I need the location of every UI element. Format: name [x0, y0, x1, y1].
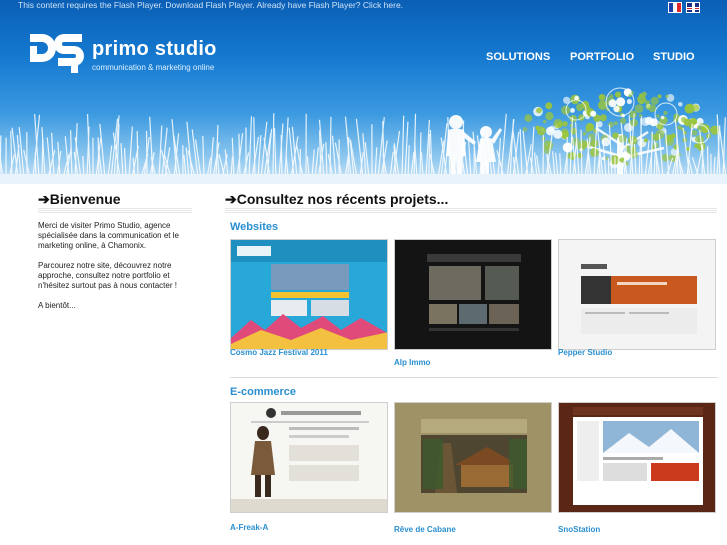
projects-heading: ➔Consultez nos récents projets...: [225, 191, 449, 207]
project-caption[interactable]: Pepper Studio: [558, 348, 612, 357]
header-banner: This content requires the Flash Player. …: [0, 0, 727, 184]
divider: [225, 207, 717, 213]
flash-player-notice[interactable]: This content requires the Flash Player. …: [18, 0, 403, 10]
project-caption[interactable]: A-Freak-A: [230, 523, 268, 532]
brand-tagline: communication & marketing online: [92, 63, 215, 72]
arrow-right-icon: ➔: [225, 191, 237, 207]
project-caption[interactable]: Alp Immo: [394, 358, 430, 367]
project-caption[interactable]: Rêve de Cabane: [394, 525, 456, 534]
primo-logo-icon[interactable]: [28, 32, 84, 74]
divider: [230, 377, 718, 378]
grass-illustration: [0, 113, 727, 184]
project-thumb-snostation[interactable]: [558, 402, 716, 513]
welcome-paragraph: Parcourez notre site, découvrez notre ap…: [38, 261, 177, 290]
fr-flag-icon[interactable]: [668, 2, 682, 13]
section-title-websites: Websites: [230, 221, 279, 233]
welcome-text: Merci de visiter Primo Studio, agence sp…: [38, 221, 188, 321]
arrow-right-icon: ➔: [38, 191, 50, 207]
project-thumb-reve-de-cabane[interactable]: [394, 402, 552, 513]
brand-name[interactable]: primo studio: [92, 38, 217, 61]
project-caption[interactable]: SnoStation: [558, 525, 600, 534]
nav-studio[interactable]: STUDIO: [653, 51, 695, 63]
welcome-paragraph: Merci de visiter Primo Studio, agence sp…: [38, 221, 179, 250]
project-thumb-alp-immo[interactable]: [394, 239, 552, 350]
nav-solutions[interactable]: SOLUTIONS: [486, 51, 550, 63]
uk-flag-icon[interactable]: [686, 2, 700, 13]
welcome-paragraph: A bientôt...: [38, 301, 76, 310]
nav-portfolio[interactable]: PORTFOLIO: [570, 51, 634, 63]
section-title-ecommerce: E-commerce: [230, 386, 297, 398]
project-caption[interactable]: Cosmo Jazz Festival 2011: [230, 348, 328, 357]
welcome-heading: ➔Bienvenue: [38, 191, 121, 207]
project-thumb-cosmo-jazz[interactable]: [230, 239, 388, 350]
project-thumb-a-freak-a[interactable]: [230, 402, 388, 513]
project-thumb-pepper-studio[interactable]: [558, 239, 716, 350]
divider: [38, 207, 192, 213]
